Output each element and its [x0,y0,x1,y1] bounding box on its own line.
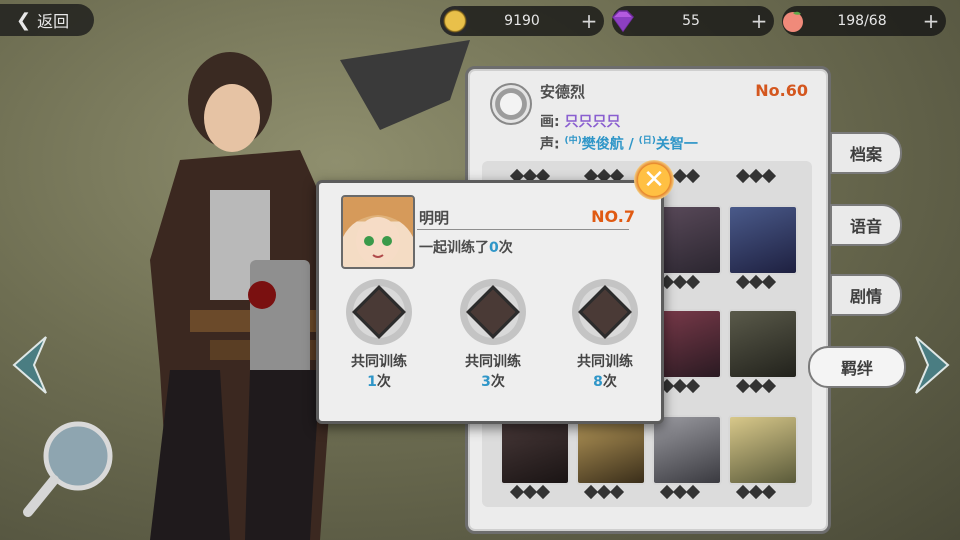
chevron-left-icon: ❮ [16,9,32,31]
next-character-arrow-icon[interactable] [912,335,952,395]
partner-avatar [341,195,415,269]
stamina-counter: 198/68 + [782,6,946,36]
milestone-count: 3 [481,374,491,390]
tab-voice[interactable]: 语音 [830,204,902,246]
add-gem-button[interactable]: + [744,9,774,33]
bond-character-card[interactable] [500,415,570,485]
trained-count: 0 [489,240,499,256]
milestone-reward[interactable]: 共同训练 1次 [339,279,419,391]
locked-reward-icon [352,285,406,339]
bond-character-card[interactable] [728,205,798,275]
milestone-label: 共同训练 [351,354,407,370]
trained-prefix: 一起训练了 [419,240,489,256]
add-stamina-button[interactable]: + [916,9,946,33]
gem-icon [608,6,638,36]
divider [417,229,629,230]
rank-dots [726,378,786,394]
bond-detail-popup: 明明 NO.7 一起训练了0次 共同训练 1次 共同训练 3次 共同训练 8次 [316,180,664,424]
coin-icon [440,6,470,36]
tab-story[interactable]: 剧情 [830,274,902,316]
painter-credit: 画: 只只只只 [540,111,620,131]
partner-number: NO.7 [591,207,635,226]
cv-cn-tag: (中) [564,136,582,146]
stamina-value: 198/68 [837,13,887,29]
close-icon: ✕ [643,165,665,195]
rank-dots [726,168,786,184]
painter-label: 画: [540,114,560,130]
previous-character-arrow-icon[interactable] [10,335,50,395]
cv-jp-name: 关智一 [655,136,698,153]
rank-dots [726,274,786,290]
rank-dots [574,484,634,500]
cv-cn-name: 樊俊航 [581,136,624,153]
bond-character-card[interactable] [652,415,722,485]
gold-counter: 9190 + [440,6,604,36]
milestone-label: 共同训练 [465,354,521,370]
painter-name: 只只只只 [564,114,621,130]
back-button[interactable]: ❮ 返回 [0,4,94,36]
training-count-text: 一起训练了0次 [419,237,513,257]
locked-reward-icon [466,285,520,339]
gold-value: 9190 [504,13,540,29]
bond-character-card[interactable] [728,309,798,379]
trained-suffix: 次 [498,240,513,256]
bond-character-card[interactable] [728,415,798,485]
rank-dots [650,484,710,500]
character-name: 安德烈 [540,83,586,101]
milestone-reward[interactable]: 共同训练 8次 [565,279,645,391]
add-gold-button[interactable]: + [574,9,604,33]
cv-jp-tag: (日) [638,136,656,146]
rank-dots [726,484,786,500]
bond-character-card[interactable] [576,415,646,485]
zoom-magnifier-icon[interactable] [22,418,114,518]
locked-reward-icon [578,285,632,339]
back-label: 返回 [37,12,70,31]
tab-bond[interactable]: 羁绊 [808,346,906,388]
tab-profile[interactable]: 档案 [830,132,902,174]
voice-credit: 声: (中)樊俊航 / (日)关智一 [540,133,698,154]
milestone-reward[interactable]: 共同训练 3次 [453,279,533,391]
gem-counter: 55 + [612,6,774,36]
close-popup-button[interactable]: ✕ [634,160,674,200]
rank-dots [500,484,560,500]
faction-emblem-icon [490,83,532,125]
milestone-label: 共同训练 [577,354,633,370]
milestone-suffix: 次 [376,374,391,390]
cv-separator: / [628,136,634,153]
milestone-count: 8 [593,374,603,390]
milestone-count: 1 [367,374,377,390]
partner-name: 明明 [419,209,450,227]
milestone-suffix: 次 [602,374,617,390]
peach-icon [778,6,808,36]
voice-label: 声: [540,136,560,153]
milestone-suffix: 次 [490,374,505,390]
gem-value: 55 [682,13,700,29]
character-number: No.60 [755,81,808,100]
